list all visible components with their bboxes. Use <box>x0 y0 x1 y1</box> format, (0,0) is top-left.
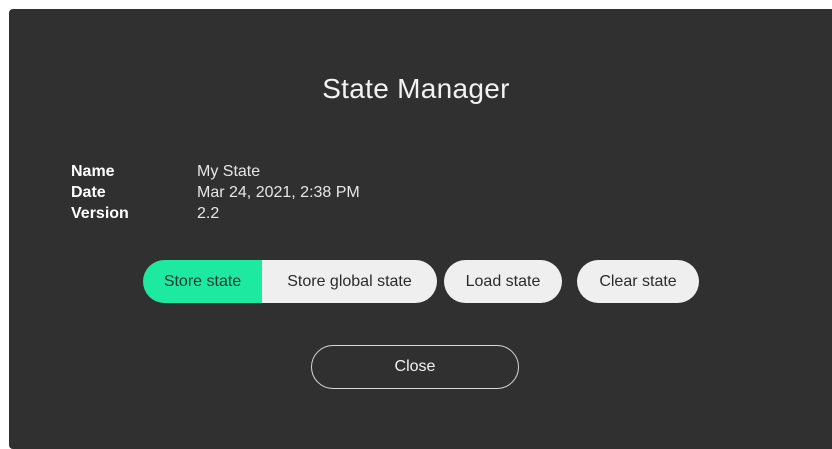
store-segmented-control: Store state Store global state <box>143 260 437 303</box>
info-key-name: Name <box>71 163 115 180</box>
info-key-version: Version <box>71 205 129 222</box>
state-info: Name My State Date Mar 24, 2021, 2:38 PM… <box>71 161 360 224</box>
info-value-date: Mar 24, 2021, 2:38 PM <box>197 184 360 201</box>
clear-state-button[interactable]: Clear state <box>577 260 699 303</box>
info-value-name: My State <box>197 163 261 180</box>
info-value-version: 2.2 <box>197 205 220 222</box>
info-row-name: Name My State <box>71 161 360 182</box>
info-row-version: Version 2.2 <box>71 203 360 224</box>
info-row-date: Date Mar 24, 2021, 2:38 PM <box>71 182 360 203</box>
store-state-button[interactable]: Store state <box>143 260 262 303</box>
store-global-state-button[interactable]: Store global state <box>262 260 437 303</box>
state-manager-dialog: State Manager Name My State Date Mar 24,… <box>9 9 832 449</box>
info-key-date: Date <box>71 184 106 201</box>
close-button[interactable]: Close <box>311 345 519 389</box>
dialog-title: State Manager <box>322 73 510 104</box>
load-state-button[interactable]: Load state <box>444 260 562 303</box>
